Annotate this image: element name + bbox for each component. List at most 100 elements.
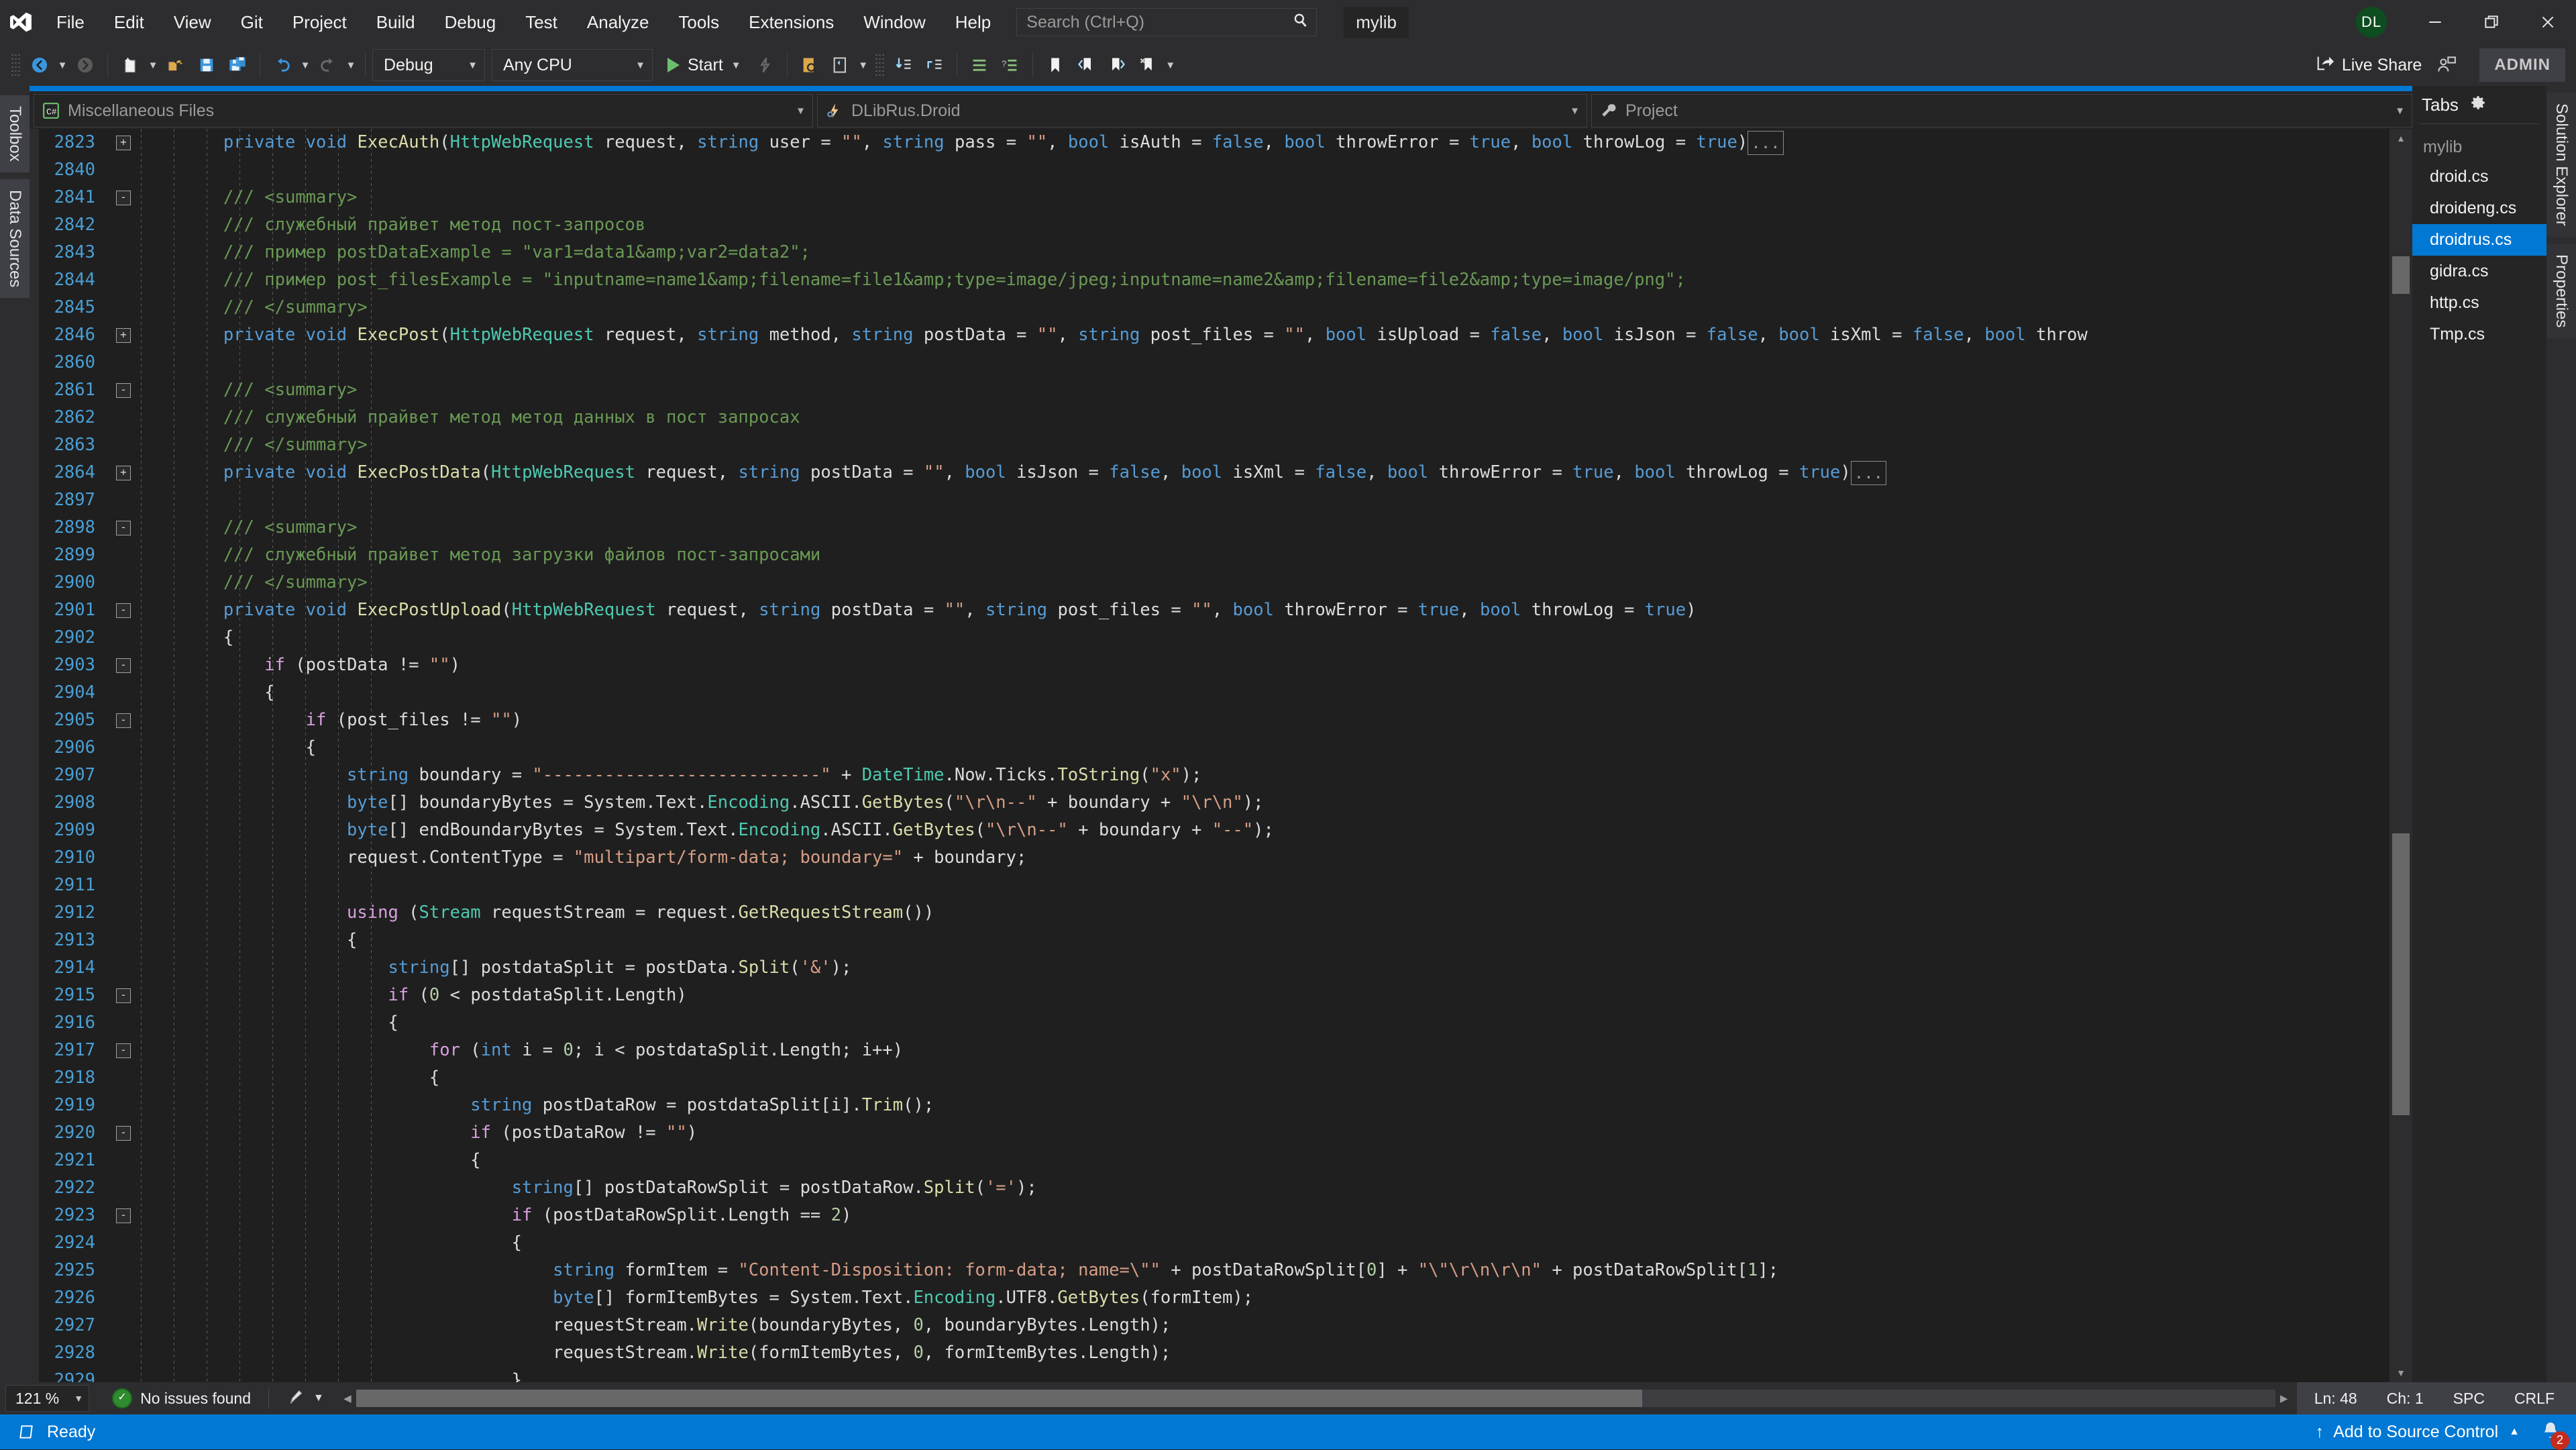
zoom-level-dropdown[interactable]: 121 % ▼ (5, 1385, 89, 1412)
scroll-left-icon[interactable]: ◀ (339, 1392, 356, 1404)
uncomment-lines-icon[interactable]: ? (995, 50, 1026, 81)
collapse-region-icon[interactable]: - (116, 658, 131, 673)
menu-tools[interactable]: Tools (663, 0, 734, 44)
undo-icon[interactable] (267, 50, 298, 81)
code-line[interactable]: 2823+ private void ExecAuth(HttpWebReque… (39, 129, 2088, 156)
collapse-region-icon[interactable]: - (116, 603, 131, 618)
previous-bookmark-icon[interactable] (1071, 50, 1102, 81)
code-line[interactable]: 2924 { (39, 1229, 2088, 1257)
menu-extensions[interactable]: Extensions (734, 0, 849, 44)
collapse-region-icon[interactable]: - (116, 383, 131, 398)
code-line[interactable]: 2907 string boundary = "----------------… (39, 762, 2088, 789)
open-folder-icon[interactable] (160, 50, 191, 81)
redo-icon[interactable] (313, 50, 343, 81)
code-surface[interactable]: 2823+ private void ExecAuth(HttpWebReque… (39, 129, 2390, 1382)
code-line[interactable]: 2912 using (Stream requestStream = reque… (39, 899, 2088, 927)
code-line[interactable]: 2860 (39, 349, 2088, 376)
gear-icon[interactable] (2469, 94, 2487, 116)
outlining-gutter[interactable]: - (106, 521, 141, 535)
menu-project[interactable]: Project (278, 0, 362, 44)
code-line[interactable]: 2842 /// служебный прайвет метод пост-за… (39, 211, 2088, 239)
sidebar-item-toolbox[interactable]: Toolbox (0, 95, 30, 172)
preview-changes-icon[interactable] (825, 50, 856, 81)
hscroll-thumb[interactable] (356, 1390, 1642, 1407)
navbar-type-dropdown[interactable]: DLibRus.Droid ▼ (817, 94, 1587, 127)
sidebar-item-properties[interactable]: Properties (2546, 244, 2576, 338)
code-line[interactable]: 2923- if (postDataRowSplit.Length == 2) (39, 1202, 2088, 1229)
scrollbar-thumb-top[interactable] (2392, 256, 2410, 294)
menu-git[interactable]: Git (226, 0, 278, 44)
issues-indicator[interactable]: ✓ No issues found (112, 1388, 251, 1408)
menu-help[interactable]: Help (941, 0, 1006, 44)
code-line[interactable]: 2908 byte[] boundaryBytes = System.Text.… (39, 789, 2088, 817)
code-line[interactable]: 2862 /// служебный прайвет метод метод д… (39, 404, 2088, 431)
sidebar-item-solution-explorer[interactable]: Solution Explorer (2546, 93, 2576, 237)
menu-file[interactable]: File (42, 0, 99, 44)
collapsed-region-ellipsis[interactable]: ... (1748, 131, 1783, 155)
code-line[interactable]: 2919 string postDataRow = postdataSplit[… (39, 1092, 2088, 1119)
code-line[interactable]: 2915- if (0 < postdataSplit.Length) (39, 982, 2088, 1009)
code-line[interactable]: 2861- /// <summary> (39, 376, 2088, 404)
outlining-gutter[interactable]: - (106, 1043, 141, 1058)
scroll-right-icon[interactable]: ▶ (2275, 1392, 2293, 1404)
outlining-gutter[interactable]: + (106, 466, 141, 480)
menu-edit[interactable]: Edit (99, 0, 159, 44)
new-file-icon[interactable] (115, 50, 146, 81)
code-editor[interactable]: 2823+ private void ExecAuth(HttpWebReque… (30, 129, 2412, 1382)
outlining-gutter[interactable]: - (106, 603, 141, 618)
collapse-region-icon[interactable]: - (116, 1043, 131, 1058)
menu-analyze[interactable]: Analyze (572, 0, 664, 44)
code-line[interactable]: 2909 byte[] endBoundaryBytes = System.Te… (39, 817, 2088, 844)
outlining-gutter[interactable]: + (106, 328, 141, 343)
code-line[interactable]: 2928 requestStream.Write(formItemBytes, … (39, 1339, 2088, 1367)
code-line[interactable]: 2846+ private void ExecPost(HttpWebReque… (39, 321, 2088, 349)
configuration-dropdown[interactable]: Debug ▼ (372, 49, 485, 81)
code-line[interactable]: 2916 { (39, 1009, 2088, 1037)
undo-dropdown-icon[interactable]: ▼ (298, 50, 313, 81)
toolbar-overflow-icon[interactable]: ▼ (1163, 50, 1178, 81)
avatar[interactable]: DL (2356, 7, 2387, 38)
search-input[interactable]: Search (Ctrl+Q) (1016, 8, 1317, 36)
comment-lines-icon[interactable] (964, 50, 995, 81)
code-line[interactable]: 2863 /// </summary> (39, 431, 2088, 459)
code-line[interactable]: 2921 { (39, 1147, 2088, 1174)
notifications-button[interactable]: 2 (2540, 1420, 2561, 1445)
expand-region-icon[interactable]: + (116, 466, 131, 480)
code-line[interactable]: 2840 (39, 156, 2088, 184)
code-line[interactable]: 2904 { (39, 679, 2088, 707)
navbar-member-dropdown[interactable]: Project ▼ (1591, 94, 2412, 127)
code-line[interactable]: 2864+ private void ExecPostData(HttpWebR… (39, 459, 2088, 486)
outlining-gutter[interactable]: - (106, 383, 141, 398)
collapse-region-icon[interactable]: - (116, 1126, 131, 1141)
menu-test[interactable]: Test (511, 0, 572, 44)
code-line[interactable]: 2910 request.ContentType = "multipart/fo… (39, 844, 2088, 872)
navbar-project-dropdown[interactable]: C# Miscellaneous Files ▼ (34, 94, 813, 127)
collapse-region-icon[interactable]: - (116, 521, 131, 535)
menu-view[interactable]: View (159, 0, 226, 44)
outlining-gutter[interactable]: - (106, 191, 141, 205)
menu-debug[interactable]: Debug (430, 0, 511, 44)
start-debug-button[interactable]: Start ▼ (659, 50, 749, 81)
tab-item-gidra-cs[interactable]: gidra.cs (2412, 256, 2546, 287)
navigate-back-icon[interactable] (24, 50, 55, 81)
collapse-region-icon[interactable]: - (116, 1208, 131, 1223)
expand-region-icon[interactable]: + (116, 328, 131, 343)
caret-column[interactable]: Ch: 1 (2372, 1390, 2438, 1408)
code-line[interactable]: 2911 (39, 872, 2088, 899)
editor-vertical-scrollbar[interactable]: ▲ ▼ (2390, 129, 2412, 1382)
feedback-icon[interactable] (2431, 50, 2462, 81)
code-line[interactable]: 2922 string[] postDataRowSplit = postDat… (39, 1174, 2088, 1202)
minimize-icon[interactable] (2407, 0, 2463, 44)
code-line[interactable]: 2925 string formItem = "Content-Disposit… (39, 1257, 2088, 1284)
restore-icon[interactable] (2463, 0, 2520, 44)
menu-build[interactable]: Build (362, 0, 430, 44)
code-line[interactable]: 2843 /// пример postDataExample = "var1=… (39, 239, 2088, 266)
toggle-bookmark-icon[interactable] (1040, 50, 1071, 81)
tab-item-droideng-cs[interactable]: droideng.cs (2412, 193, 2546, 224)
preview-dropdown-icon[interactable]: ▼ (856, 50, 871, 81)
navigate-forward-icon[interactable] (70, 50, 101, 81)
code-line[interactable]: 2900 /// </summary> (39, 569, 2088, 597)
code-line[interactable]: 2844 /// пример post_filesExample = "inp… (39, 266, 2088, 294)
code-line[interactable]: 2901- private void ExecPostUpload(HttpWe… (39, 597, 2088, 624)
menu-window[interactable]: Window (849, 0, 940, 44)
